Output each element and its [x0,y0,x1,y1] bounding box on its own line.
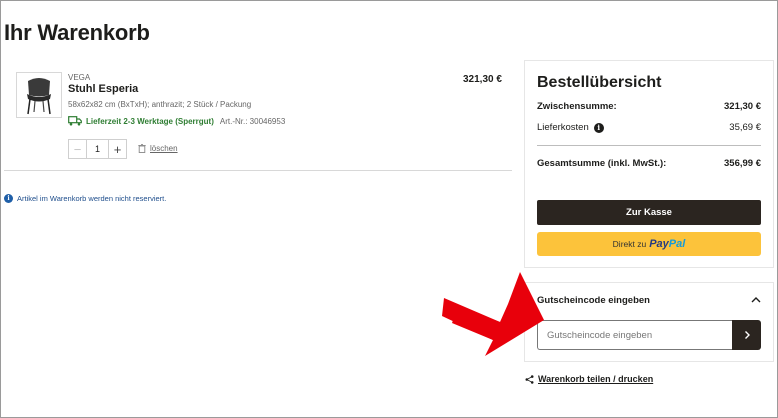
paypal-prefix: Direkt zu [612,239,647,249]
chevron-up-icon[interactable] [750,294,762,306]
paypal-logo-pay: Pay [649,238,669,250]
notice-text: Artikel im Warenkorb werden nicht reserv… [17,194,167,203]
paypal-logo-pal: Pal [668,238,686,250]
share-cart-link[interactable]: Warenkorb teilen / drucken [525,374,653,384]
article-number: Art.-Nr.: 30046953 [219,116,286,126]
product-brand: VEGA [68,73,91,82]
delivery-time: Lieferzeit 2-3 Werktage (Sperrgut) [86,116,214,126]
voucher-title[interactable]: Gutscheincode eingeben [537,295,650,306]
shipping-value: 35,69 € [729,122,761,133]
share-label: Warenkorb teilen / drucken [538,374,654,384]
total-row: Gesamtsumme (inkl. MwSt.): 356,99 € [537,158,761,169]
voucher-submit-button[interactable] [732,320,761,350]
cart-divider [4,170,512,171]
checkout-button[interactable]: Zur Kasse [537,200,761,225]
quantity-stepper: − 1 + [68,139,127,159]
chair-icon [27,78,51,115]
product-image[interactable] [16,72,62,118]
delete-link[interactable]: löschen [138,144,178,153]
item-price: 321,30 € [463,74,502,85]
delete-label: löschen [150,144,178,153]
shipping-label: Lieferkosten [537,122,589,133]
voucher-input[interactable] [537,320,732,350]
quantity-value[interactable]: 1 [87,140,108,158]
paypal-button[interactable]: Direkt zu Pay Pal [537,232,761,256]
reservation-notice: i Artikel im Warenkorb werden nicht rese… [4,194,166,203]
total-value: 356,99 € [724,158,761,169]
info-icon: i [4,194,13,203]
product-description: 58x62x82 cm (BxTxH); anthrazit; 2 Stück … [68,100,252,109]
quantity-decrease-button[interactable]: − [69,140,87,158]
summary-divider [537,145,761,146]
chevron-right-icon [744,331,750,339]
annotation-arrow-icon [442,272,544,356]
total-label: Gesamtsumme (inkl. MwSt.): [537,158,667,169]
share-icon [525,374,534,384]
shipping-row: Lieferkosten i 35,69 € [537,122,761,133]
subtotal-label: Zwischensumme: [537,101,617,112]
truck-icon [68,116,82,126]
quantity-increase-button[interactable]: + [108,140,126,158]
page-title: Ihr Warenkorb [4,20,150,45]
trash-icon [138,144,146,153]
summary-title: Bestellübersicht [537,74,662,91]
info-icon[interactable]: i [593,122,604,133]
product-name[interactable]: Stuhl Esperia [68,83,138,95]
subtotal-row: Zwischensumme: 321,30 € [537,101,761,112]
subtotal-value: 321,30 € [724,101,761,112]
delivery-info: Lieferzeit 2-3 Werktage (Sperrgut) Art.-… [68,116,285,126]
